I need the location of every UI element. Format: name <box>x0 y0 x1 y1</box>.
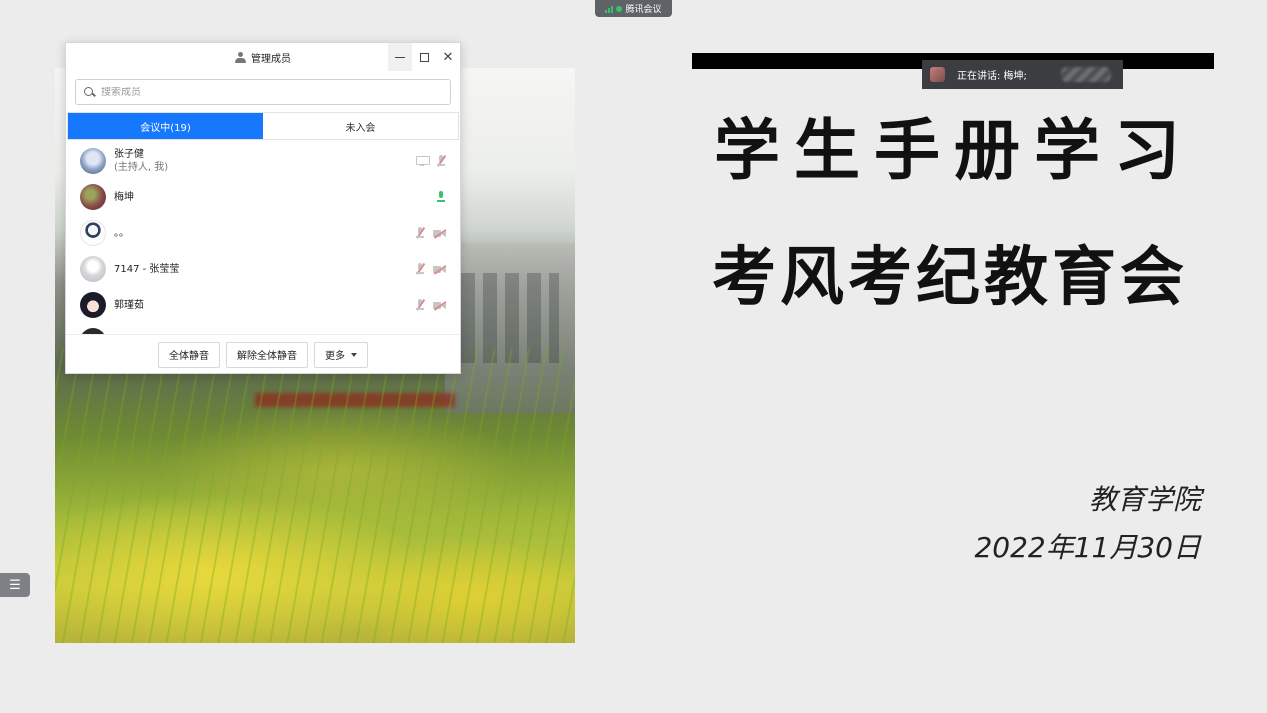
side-menu-button[interactable]: ☰ <box>0 573 30 597</box>
member-name: 。。 <box>114 227 129 239</box>
more-label: 更多 <box>325 351 345 362</box>
mic-off-icon[interactable] <box>415 298 425 311</box>
avatar <box>80 256 106 282</box>
member-row-partial[interactable] <box>66 323 460 334</box>
member-role: (主持人, 我) <box>114 162 169 173</box>
panel-title: 管理成员 <box>251 53 291 65</box>
member-row[interactable]: 梅坤 <box>66 179 460 215</box>
list-icon: ☰ <box>9 577 21 593</box>
unmute-all-button[interactable]: 解除全体静音 <box>226 341 308 368</box>
search-icon <box>84 86 95 98</box>
panel-footer: 全体静音 解除全体静音 更多 <box>66 334 460 374</box>
members-panel: 管理成员 ✕ 会议中(19) 未入会 张子健 (主持人, 我) <box>65 42 461 374</box>
avatar <box>80 292 106 318</box>
avatar <box>80 220 106 246</box>
member-list[interactable]: 张子健 (主持人, 我) 梅坤 。。 7147 - 张莹莹 郭瑾茹 <box>66 143 460 334</box>
member-name: 梅坤 <box>114 191 134 203</box>
chevron-down-icon <box>351 352 357 357</box>
close-icon: ✕ <box>442 49 454 65</box>
maximize-icon <box>419 52 429 62</box>
maximize-button[interactable] <box>412 43 436 71</box>
tab-not-joined[interactable]: 未入会 <box>263 113 458 139</box>
person-icon <box>235 51 246 63</box>
meeting-app-pill[interactable]: 腾讯会议 <box>595 0 672 17</box>
camera-off-icon[interactable] <box>433 228 447 238</box>
camera-off-icon[interactable] <box>433 300 447 310</box>
member-search[interactable] <box>75 79 451 105</box>
member-name: 张子健 <box>114 149 144 160</box>
speaker-blurred-name <box>1061 67 1111 82</box>
minimize-button[interactable] <box>388 43 412 71</box>
tab-in-meeting[interactable]: 会议中(19) <box>68 113 263 139</box>
speaker-indicator: 正在讲话: 梅坤; <box>922 60 1123 89</box>
app-name: 腾讯会议 <box>625 5 662 15</box>
member-name: 郭瑾茹 <box>114 299 144 311</box>
member-tabs: 会议中(19) 未入会 <box>67 112 459 140</box>
panel-titlebar: 管理成员 ✕ <box>66 43 460 71</box>
minimize-icon <box>395 56 405 58</box>
member-row[interactable]: 。。 <box>66 215 460 251</box>
slide-title-line2: 考风考纪教育会 <box>712 240 1188 315</box>
mic-off-icon[interactable] <box>415 262 425 275</box>
search-input[interactable] <box>101 86 421 98</box>
member-row[interactable]: 郭瑾茹 <box>66 287 460 323</box>
member-row[interactable]: 张子健 (主持人, 我) <box>66 143 460 179</box>
member-name: 7147 - 张莹莹 <box>114 263 180 275</box>
mute-all-button[interactable]: 全体静音 <box>158 341 220 368</box>
status-dot-icon <box>616 5 623 12</box>
avatar <box>80 184 106 210</box>
mic-off-icon[interactable] <box>436 154 446 167</box>
more-button[interactable]: 更多 <box>314 341 368 368</box>
camera-off-icon[interactable] <box>433 264 447 274</box>
mic-on-icon[interactable] <box>436 191 446 203</box>
signal-icon <box>605 5 614 13</box>
slide-org: 教育学院 <box>1088 483 1201 516</box>
avatar <box>80 148 106 174</box>
slide-date: 2022年11月30日 <box>974 531 1201 564</box>
screen-share-icon[interactable] <box>416 156 430 166</box>
photo-grass <box>55 348 575 643</box>
mic-off-icon[interactable] <box>415 226 425 239</box>
speaker-text: 正在讲话: 梅坤; <box>957 71 1027 82</box>
close-button[interactable]: ✕ <box>436 43 460 71</box>
speaker-avatar <box>930 67 945 82</box>
member-row[interactable]: 7147 - 张莹莹 <box>66 251 460 287</box>
slide-title-line1: 学生手册学习 <box>714 111 1194 189</box>
